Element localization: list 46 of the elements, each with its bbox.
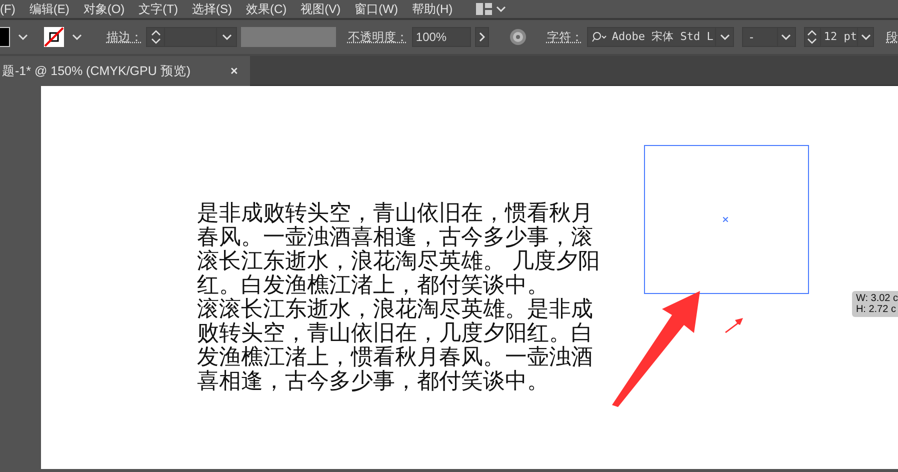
menu-item[interactable]: (F) bbox=[0, 0, 22, 18]
stroke-swatch[interactable] bbox=[44, 27, 64, 47]
menu-item[interactable]: 对象(O) bbox=[76, 0, 132, 18]
arrow-icon bbox=[724, 317, 744, 333]
font-style-field[interactable]: - bbox=[742, 27, 796, 47]
menu-item[interactable]: 文字(T) bbox=[132, 0, 185, 18]
stroke-weight-field[interactable] bbox=[146, 27, 238, 47]
selection-rectangle[interactable] bbox=[644, 145, 809, 294]
caret-icon bbox=[496, 6, 506, 12]
center-point-icon bbox=[723, 217, 728, 222]
caret-icon bbox=[781, 34, 792, 40]
opacity-expand-button[interactable] bbox=[474, 27, 489, 47]
caret-icon bbox=[860, 34, 870, 40]
document-tab[interactable]: 题-1* @ 150% (CMYK/GPU 预览) × bbox=[0, 56, 250, 86]
text-paragraph: 是非成败转头空，青山依旧在，惯看秋月春风。一壶浊酒喜相逢，古今多少事，滚滚长江东逝水，浪花淘尽英雄。 几度夕阳红。白发渔樵江渚上，都付笑谈中。 bbox=[197, 202, 601, 298]
tooltip-text: H: 2.72 c bbox=[856, 304, 897, 315]
tab-title: 题-1* @ 150% (CMYK/GPU 预览) bbox=[2, 62, 191, 80]
close-button[interactable]: × bbox=[230, 62, 238, 80]
chevron-right-icon bbox=[478, 32, 485, 42]
menu-item[interactable]: 选择(S) bbox=[184, 0, 239, 18]
tooltip-text: W: 3.02 c bbox=[856, 293, 898, 304]
caret-icon bbox=[720, 34, 730, 40]
character-label: 字符： bbox=[546, 29, 583, 46]
arrow-icon bbox=[610, 289, 702, 407]
menu-item[interactable]: 窗口(W) bbox=[348, 0, 405, 18]
caret-icon bbox=[18, 34, 28, 40]
menu-item[interactable]: 编辑(E) bbox=[22, 0, 76, 18]
opacity-label: 不透明度： bbox=[348, 29, 408, 46]
text-paragraph: 滚滚长江东逝水，浪花淘尽英雄。是非成败转头空，青山依旧在，几度夕阳红。白发渔樵江渚上，惯看秋月春风。一壶浊酒喜相逢，古今多少事，都付笑谈中。 bbox=[197, 298, 594, 394]
workspace-switcher[interactable] bbox=[476, 3, 506, 15]
workspace-layout-icon bbox=[476, 3, 492, 15]
stepper-arrows-icon[interactable] bbox=[807, 29, 818, 45]
stroke-label: 描边： bbox=[106, 29, 142, 46]
menu-item[interactable]: 帮助(H) bbox=[404, 0, 460, 18]
menu-item[interactable]: 视图(V) bbox=[294, 0, 348, 18]
search-icon[interactable] bbox=[592, 31, 608, 43]
globe-icon bbox=[508, 28, 527, 46]
caret-icon bbox=[72, 34, 82, 40]
stepper-arrows-icon[interactable] bbox=[150, 29, 161, 45]
opacity-field[interactable]: 100% bbox=[412, 27, 471, 47]
font-size-field[interactable]: 12 pt bbox=[804, 27, 874, 47]
font-family-field[interactable]: Adobe 宋体 Std L bbox=[586, 27, 734, 47]
fill-swatch[interactable] bbox=[0, 27, 10, 47]
menu-item[interactable]: 效果(C) bbox=[238, 0, 294, 18]
caret-icon bbox=[222, 34, 232, 40]
paragraph-label: 段 bbox=[886, 29, 898, 46]
